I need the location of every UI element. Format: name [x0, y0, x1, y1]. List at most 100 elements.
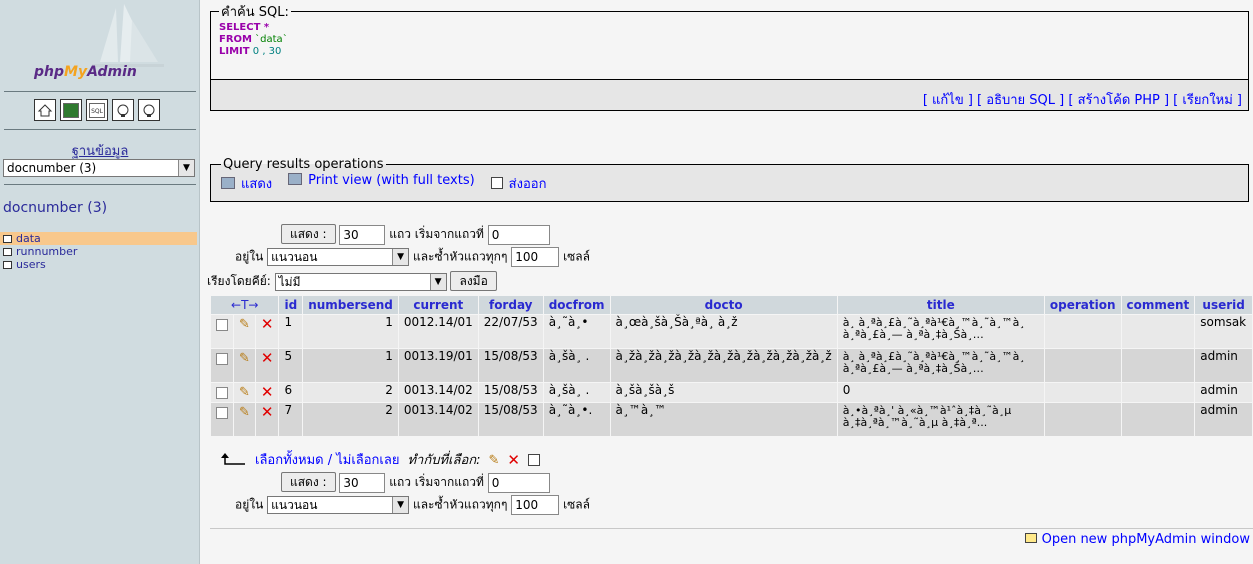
repeat-input[interactable]: 100 — [511, 495, 560, 515]
pencil-icon[interactable]: ✎ — [239, 351, 250, 366]
table-row: ✎ ✕ 5 1 0013.19/01 15/08/53 à¸šà¸ . à¸žà… — [211, 349, 1252, 382]
print-view-link[interactable]: Print view (with full texts) — [288, 173, 475, 194]
export-link[interactable]: ส่งออก — [490, 173, 546, 194]
delete-cell: ✕ — [255, 383, 279, 402]
top-nav-row1: แสดง : 30 แถว เริ่มจากแถวที่ 0 — [281, 224, 550, 245]
cell-id: 1 — [279, 315, 303, 348]
export-icon[interactable] — [527, 453, 540, 466]
home-icon[interactable] — [34, 99, 56, 121]
rows-input[interactable]: 30 — [339, 224, 386, 245]
logo[interactable]: phpMyAdmin — [0, 0, 200, 92]
delete-cell: ✕ — [255, 349, 279, 382]
cell-current: 0012.14/01 — [398, 315, 478, 348]
rows-input[interactable]: 30 — [339, 472, 386, 493]
delete-icon[interactable]: ✕ — [261, 403, 274, 421]
column-header-forday[interactable]: forday — [478, 296, 543, 314]
go-button[interactable]: ลงมือ — [450, 271, 497, 291]
row-checkbox[interactable] — [216, 407, 228, 419]
cell-current: 0013.14/02 — [398, 383, 478, 402]
column-header-title[interactable]: title — [837, 296, 1044, 314]
table-item-runnumber[interactable]: runnumber — [0, 245, 197, 258]
select-all-link[interactable]: เลือกทั้งหมด / ไม่เลือกเลย — [255, 449, 399, 470]
export-icon[interactable] — [490, 177, 503, 189]
cell-forday: 15/08/53 — [478, 383, 543, 402]
edit-cell: ✎ — [234, 383, 255, 402]
mode-select[interactable]: แนวนอน ▼ — [267, 248, 410, 266]
delete-icon[interactable]: ✕ — [261, 383, 274, 401]
repeat-label: และซ้ำหัวแถวทุกๆ — [412, 249, 508, 264]
cell-forday: 15/08/53 — [478, 403, 543, 436]
print-icon[interactable] — [221, 177, 235, 189]
sql-links[interactable]: [ แก้ไข ] [ อธิบาย SQL ] [ สร้างโค้ด PHP… — [923, 93, 1242, 108]
cell-operation — [1044, 403, 1121, 436]
sort-label: เรียงโดยคีย์: — [207, 274, 271, 288]
show-button[interactable]: แสดง : — [281, 472, 336, 492]
cell-id: 6 — [279, 383, 303, 402]
cell-userid: admin — [1195, 403, 1252, 436]
mode-select[interactable]: แนวนอน ▼ — [267, 496, 410, 514]
chevron-down-icon[interactable]: ▼ — [392, 497, 409, 513]
cell-current: 0013.14/02 — [398, 403, 478, 436]
cell-userid: somsak — [1195, 315, 1252, 348]
column-header-docto[interactable]: docto — [610, 296, 837, 314]
column-header-comment[interactable]: comment — [1121, 296, 1195, 314]
table-icon[interactable] — [3, 235, 12, 243]
database-icon[interactable] — [60, 99, 82, 121]
column-header-numbersend[interactable]: numbersend — [303, 296, 398, 314]
chevron-down-icon[interactable]: ▼ — [429, 273, 446, 290]
help-icon[interactable] — [138, 99, 160, 121]
show-button[interactable]: แสดง : — [281, 224, 336, 244]
start-row-input[interactable]: 0 — [487, 224, 550, 245]
main-frame: คำค้น SQL: SELECT * FROM `data` LIMIT 0 … — [201, 0, 1253, 564]
top-nav-row2: อยู่ใน แนวนอน ▼ และซ้ำหัวแถวทุกๆ 100 เซลล… — [235, 247, 590, 267]
cell-docto: à¸œà¸šà¸Šà¸ªà¸ à¸ž — [610, 315, 837, 348]
delete-icon[interactable]: ✕ — [507, 451, 520, 469]
print-link[interactable]: แสดง — [221, 173, 272, 194]
print-icon[interactable] — [288, 173, 303, 185]
cell-current: 0013.19/01 — [398, 349, 478, 382]
cells-label: เซลล์ — [563, 249, 591, 264]
chevron-down-icon[interactable]: ▼ — [392, 249, 409, 265]
column-header-operation[interactable]: operation — [1044, 296, 1121, 314]
table-item-users[interactable]: users — [0, 258, 197, 271]
with-selected-label: ทำกับที่เลือก: — [407, 453, 481, 468]
edit-cell: ✎ — [234, 403, 255, 436]
start-row-input[interactable]: 0 — [487, 472, 550, 493]
sql-icon[interactable]: SQL — [86, 99, 108, 121]
divider — [4, 91, 196, 92]
table-icon[interactable] — [3, 261, 12, 269]
delete-cell: ✕ — [255, 403, 279, 436]
row-checkbox[interactable] — [216, 353, 228, 365]
pencil-icon[interactable]: ✎ — [489, 453, 500, 468]
row-checkbox[interactable] — [216, 319, 228, 331]
database-title-link[interactable]: docnumber (3) — [3, 200, 107, 216]
pencil-icon[interactable]: ✎ — [239, 385, 250, 400]
pencil-icon[interactable]: ✎ — [239, 405, 250, 420]
database-select[interactable]: docnumber (3) ▼ — [3, 159, 195, 177]
open-new-window-link[interactable]: Open new phpMyAdmin window — [1024, 532, 1250, 547]
sql-query-box: คำค้น SQL: SELECT * FROM `data` LIMIT 0 … — [210, 1, 1249, 79]
chevron-down-icon[interactable]: ▼ — [178, 160, 194, 176]
docs-icon[interactable] — [112, 99, 134, 121]
column-header-id[interactable]: id — [279, 296, 303, 314]
column-header-current[interactable]: current — [398, 296, 478, 314]
row-checkbox[interactable] — [216, 387, 228, 399]
cell-docto: à¸™à¸™ — [610, 403, 837, 436]
cell-docfrom: à¸šà¸ . — [543, 349, 610, 382]
database-select-value: docnumber (3) — [7, 161, 97, 175]
repeat-input[interactable]: 100 — [511, 247, 560, 267]
sort-select[interactable]: ไม่มี ▼ — [274, 272, 447, 291]
column-header-docfrom[interactable]: docfrom — [543, 296, 610, 314]
delete-cell: ✕ — [255, 315, 279, 348]
delete-icon[interactable]: ✕ — [261, 349, 274, 367]
cell-numbersend: 2 — [303, 403, 398, 436]
column-header-userid[interactable]: userid — [1195, 296, 1252, 314]
sql-line: FROM `data` — [219, 34, 288, 45]
pencil-icon[interactable]: ✎ — [239, 317, 250, 332]
cell-operation — [1044, 383, 1121, 402]
delete-icon[interactable]: ✕ — [261, 315, 274, 333]
table-icon[interactable] — [3, 248, 12, 256]
table-item-data[interactable]: data — [0, 232, 197, 245]
column-arrows[interactable]: ←T→ — [211, 296, 279, 314]
cell-comment — [1121, 315, 1195, 348]
